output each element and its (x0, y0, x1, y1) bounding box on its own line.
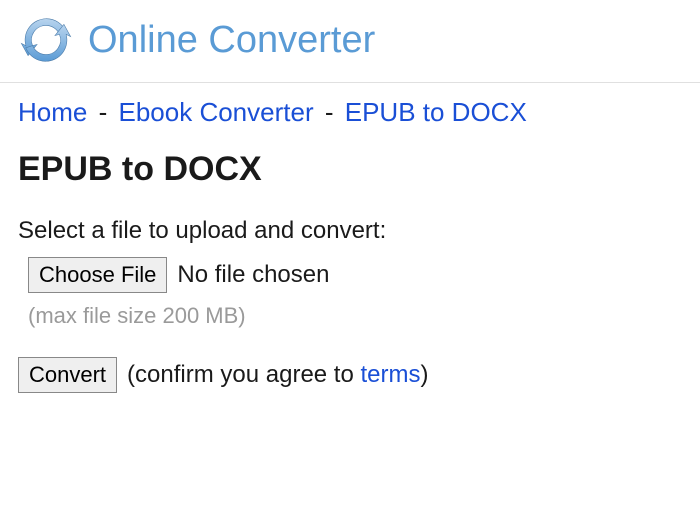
main-content: Home - Ebook Converter - EPUB to DOCX EP… (0, 83, 700, 407)
file-status-text: No file chosen (177, 261, 329, 289)
site-title[interactable]: Online Converter (88, 19, 375, 62)
breadcrumb-separator: - (99, 97, 108, 127)
convert-button[interactable]: Convert (18, 357, 117, 393)
agree-prefix: (confirm you agree to (127, 361, 360, 388)
breadcrumb-category[interactable]: Ebook Converter (119, 97, 314, 127)
convert-row: Convert (confirm you agree to terms) (18, 357, 682, 393)
upload-instruction: Select a file to upload and convert: (18, 217, 682, 245)
agree-suffix: ) (420, 361, 428, 388)
site-header: Online Converter (0, 0, 700, 83)
breadcrumb: Home - Ebook Converter - EPUB to DOCX (18, 97, 682, 128)
refresh-arrows-icon (18, 12, 74, 68)
terms-agreement-text: (confirm you agree to terms) (127, 361, 428, 389)
breadcrumb-current[interactable]: EPUB to DOCX (345, 97, 527, 127)
breadcrumb-home[interactable]: Home (18, 97, 87, 127)
file-input-row: Choose File No file chosen (28, 257, 682, 293)
page-title: EPUB to DOCX (18, 150, 682, 189)
max-file-size-note: (max file size 200 MB) (28, 303, 682, 329)
breadcrumb-separator: - (325, 97, 334, 127)
terms-link[interactable]: terms (360, 361, 420, 388)
choose-file-button[interactable]: Choose File (28, 257, 167, 293)
